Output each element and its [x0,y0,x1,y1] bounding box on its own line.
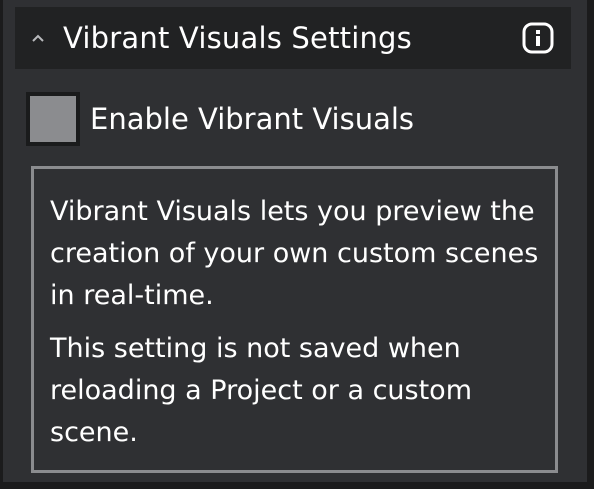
info-box: Vibrant Visuals lets you preview the cre… [31,166,558,473]
info-paragraph-2: This setting is not saved when reloading… [50,333,473,448]
chevron-up-icon[interactable] [31,33,45,43]
info-icon[interactable] [521,21,555,55]
checkbox-fill [30,96,76,142]
panel-header[interactable]: Vibrant Visuals Settings [15,7,571,69]
enable-vibrant-visuals-checkbox[interactable] [26,92,80,146]
info-paragraph-1: Vibrant Visuals lets you preview the cre… [50,196,539,311]
vibrant-visuals-settings-panel: Vibrant Visuals Settings Enable Vibrant … [3,0,587,482]
checkbox-label: Enable Vibrant Visuals [90,101,415,136]
enable-vibrant-visuals-row: Enable Vibrant Visuals [26,92,414,146]
panel-title: Vibrant Visuals Settings [63,20,412,55]
